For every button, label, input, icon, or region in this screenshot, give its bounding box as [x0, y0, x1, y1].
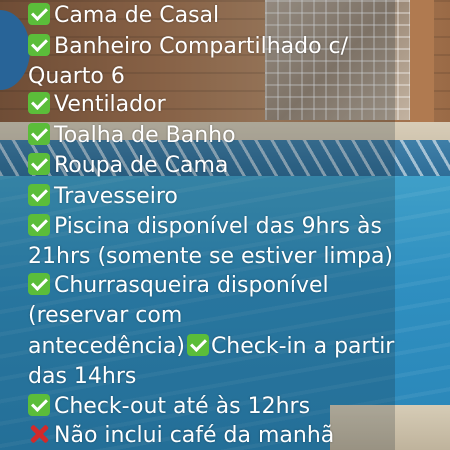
check-icon [186, 334, 209, 356]
list-item: Não inclui café da manhã [28, 423, 334, 449]
list-item-text: Check-out até às 12hrs [54, 394, 311, 419]
list-item: Ventilador [28, 92, 166, 118]
list-item: Piscina disponível das 9hrs às [28, 214, 382, 240]
list-item-text: Piscina disponível das 9hrs às [54, 214, 382, 239]
list-item: antecedência) Check-in a partir [28, 334, 394, 360]
check-icon [28, 273, 50, 295]
check-icon [28, 3, 50, 25]
list-item-text: Ventilador [54, 92, 166, 117]
check-icon [28, 184, 50, 206]
check-icon [28, 153, 50, 175]
check-icon [28, 92, 50, 114]
list-item-text: (reservar com [28, 303, 183, 328]
list-item: Cama de Casal [28, 3, 219, 29]
list-item-text: Não inclui café da manhã [54, 423, 335, 448]
list-item-text: Toalha de Banho [54, 123, 236, 148]
list-item-text: 21hrs (somente se estiver limpa) [28, 244, 394, 269]
list-item-text: Cama de Casal [54, 3, 220, 28]
list-item: (reservar com [28, 303, 182, 329]
amenities-list: Cama de Casal Banheiro Compartilhado c/ … [0, 0, 450, 450]
list-item-text: das 14hrs [28, 364, 137, 389]
list-item: 21hrs (somente se estiver limpa) [28, 244, 393, 270]
list-item: das 14hrs [28, 364, 136, 390]
list-item: Toalha de Banho [28, 123, 236, 149]
check-icon [28, 123, 50, 145]
check-icon [28, 214, 50, 236]
list-item-text: Travesseiro [54, 184, 178, 209]
list-item-text: Banheiro Compartilhado c/ [54, 34, 349, 59]
list-item-text: Roupa de Cama [54, 153, 229, 178]
list-item: Travesseiro [28, 184, 178, 210]
check-icon [28, 394, 50, 416]
cross-icon [28, 423, 50, 445]
list-item: Banheiro Compartilhado c/ [28, 34, 348, 60]
list-item: Check-out até às 12hrs [28, 394, 310, 420]
list-item-text: Churrasqueira disponível [54, 273, 329, 298]
list-item-text: Quarto 6 [28, 64, 125, 89]
list-item: Quarto 6 [28, 64, 125, 90]
check-icon [28, 34, 50, 56]
list-item: Roupa de Cama [28, 153, 228, 179]
list-item-text: antecedência) [28, 334, 185, 359]
list-item-text: Check-in a partir [210, 334, 395, 359]
list-item: Churrasqueira disponível [28, 273, 329, 299]
